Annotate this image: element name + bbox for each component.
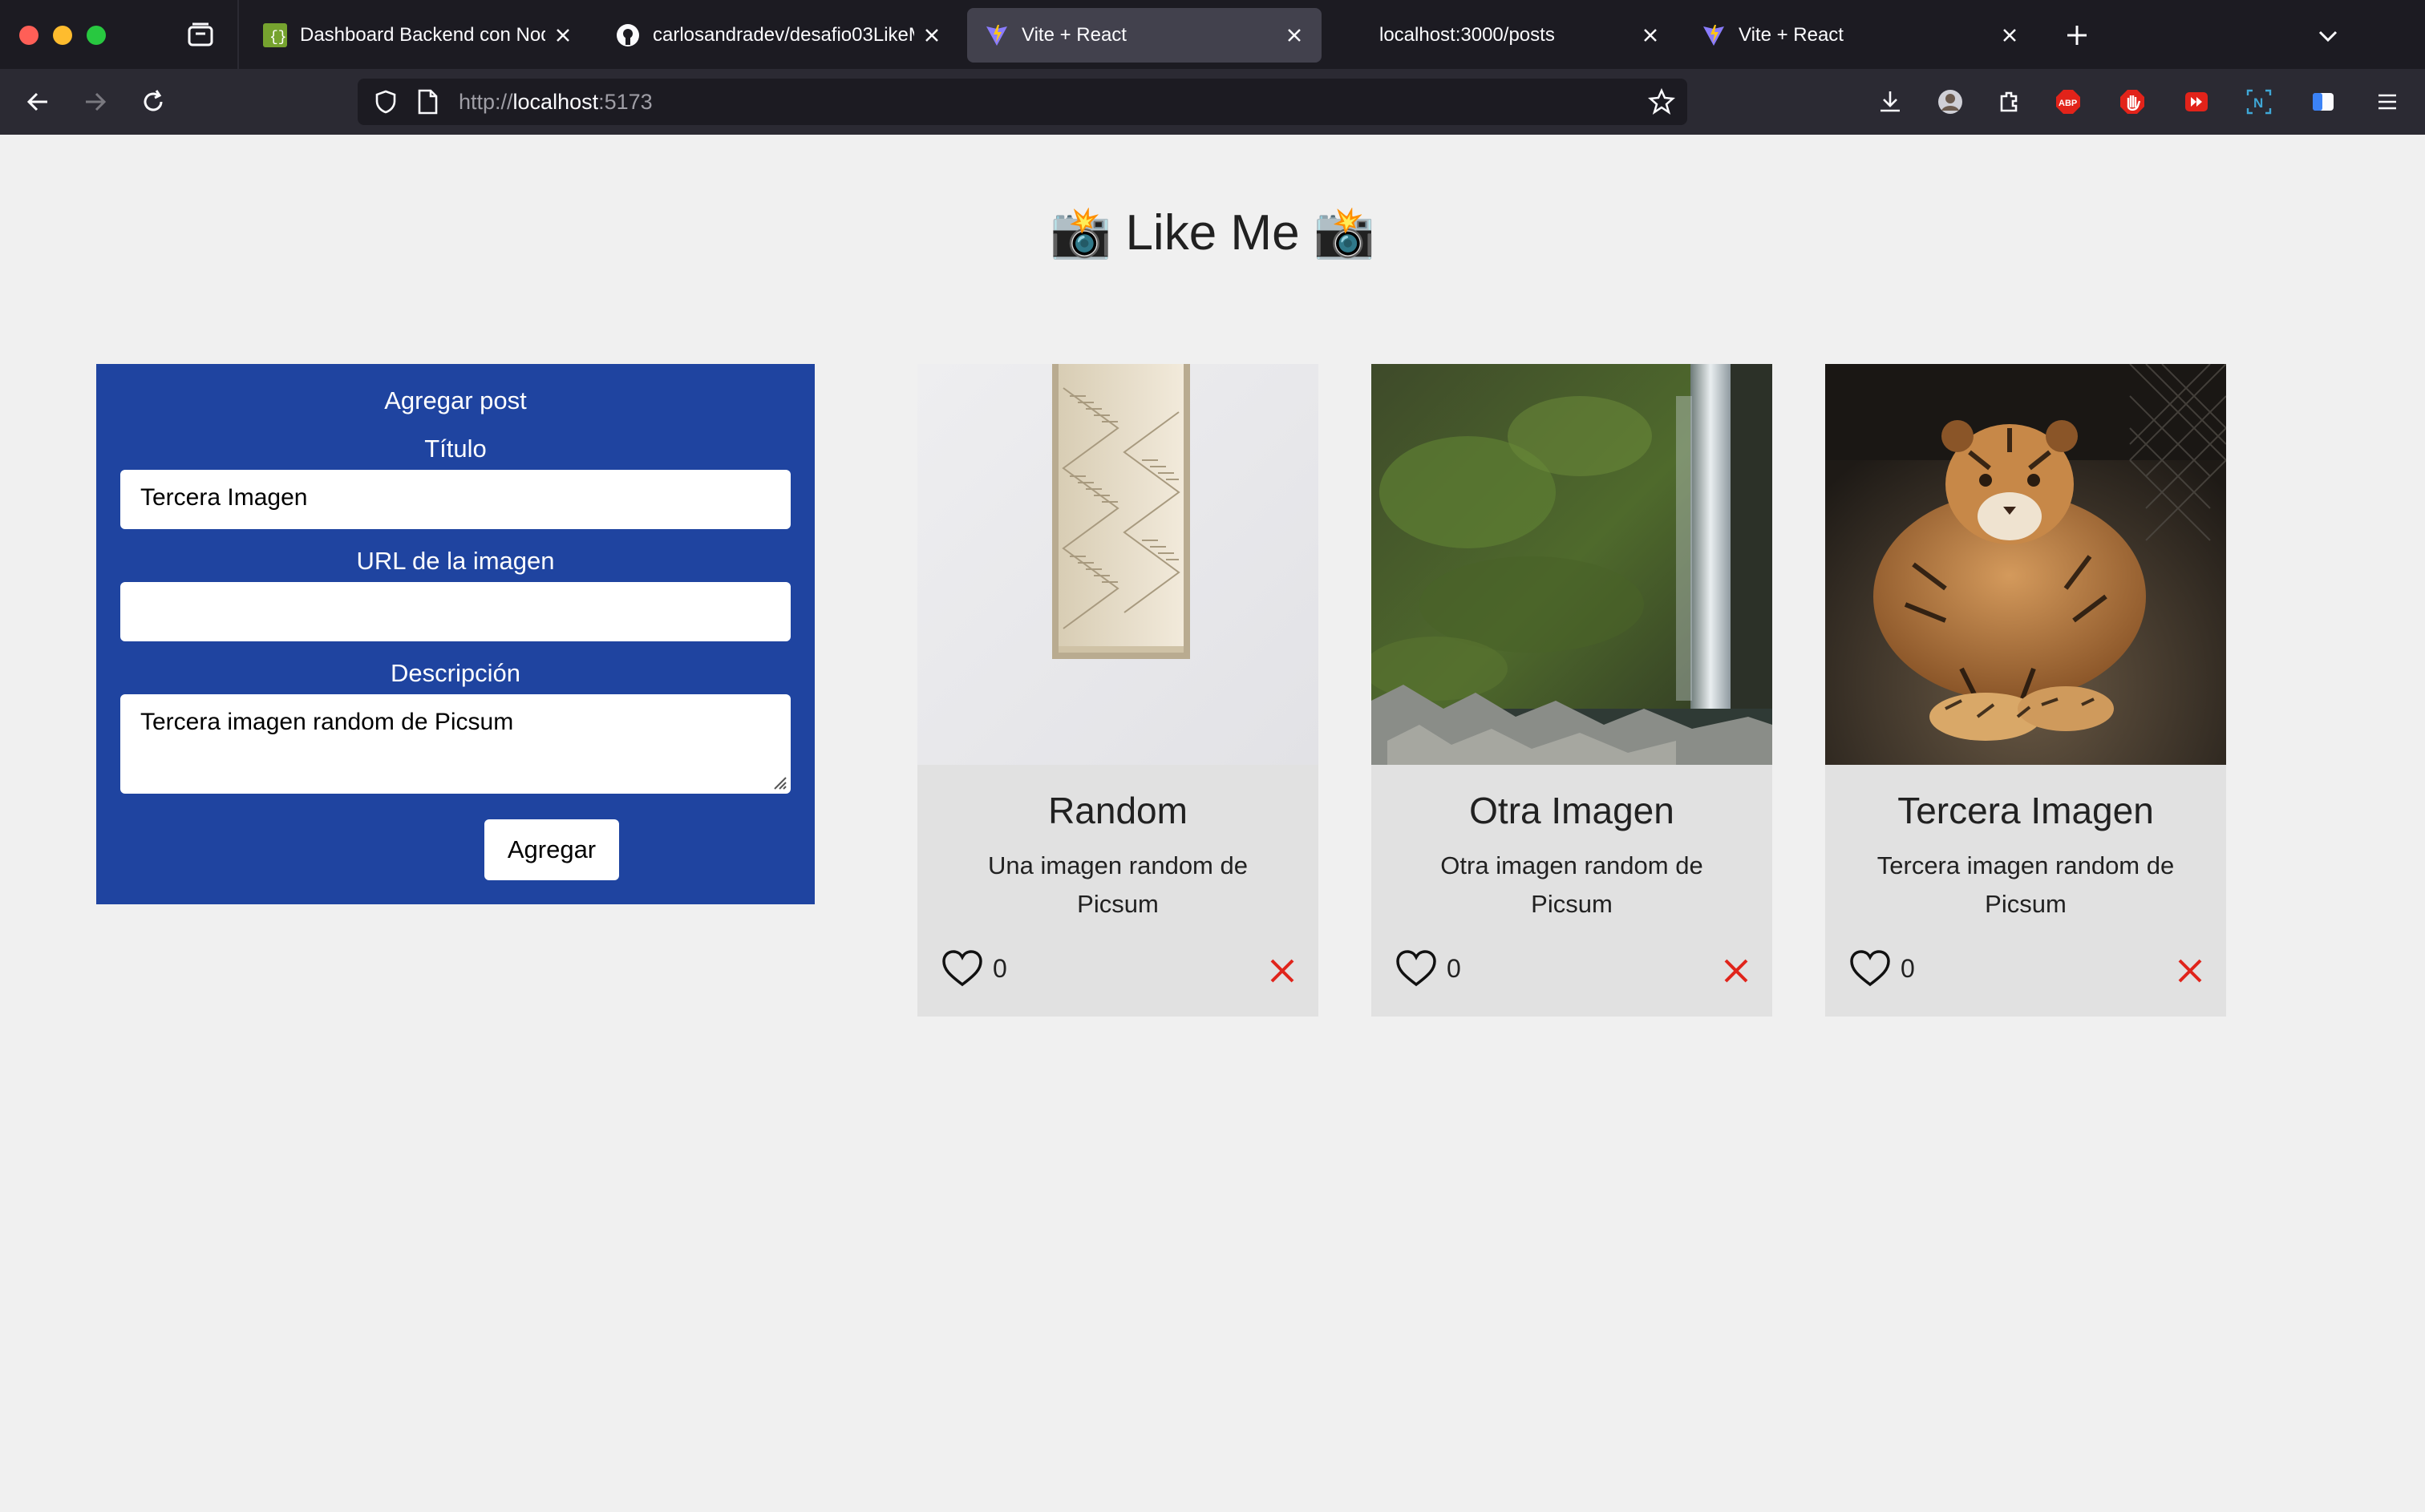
form-heading: Agregar post	[384, 386, 527, 414]
menu-icon[interactable]	[2372, 87, 2403, 117]
heart-icon[interactable]	[941, 949, 983, 988]
tab-strip: {} Dashboard Backend con Node y carlosan…	[0, 0, 2425, 69]
post-description: Tercera imagen random de Picsum	[1876, 851, 2175, 918]
shield-icon[interactable]	[372, 88, 399, 115]
svg-text:ABP: ABP	[2059, 99, 2077, 108]
star-icon[interactable]	[1647, 87, 1676, 116]
tab-vite-react-active[interactable]: Vite + React	[967, 8, 1322, 63]
svg-text:N: N	[2253, 95, 2263, 111]
navigation-bar: http://localhost:5173 ABP N	[0, 69, 2425, 135]
tab-title: Vite + React	[1022, 24, 1127, 46]
description-text: Tercera imagen random de Picsum	[140, 709, 514, 735]
extensions-icon[interactable]	[1994, 87, 2024, 117]
like-count: 0	[993, 954, 1007, 983]
adblock-plus-icon[interactable]: ABP	[2053, 87, 2083, 117]
like-count: 0	[1901, 954, 1915, 983]
chevron-down-icon[interactable]	[2314, 22, 2342, 50]
resize-grip-icon[interactable]	[770, 773, 787, 790]
post-card: Tercera Imagen Tercera imagen random de …	[1825, 364, 2226, 1017]
forward-icon[interactable]	[79, 85, 112, 119]
tab-dashboard[interactable]: {} Dashboard Backend con Node y	[245, 8, 590, 63]
vite-icon	[1702, 23, 1726, 47]
post-title: Tercera Imagen	[1897, 790, 2154, 831]
title-label: Título	[424, 435, 487, 463]
video-skip-icon[interactable]	[2181, 87, 2212, 117]
post-image-waterfall	[1371, 364, 1772, 765]
post-image-tiger	[1825, 364, 2226, 765]
tab-title: Vite + React	[1739, 24, 1844, 46]
sidebar-icon[interactable]	[2308, 87, 2338, 117]
zoom-window-button[interactable]	[87, 26, 106, 45]
tab-title: carlosandradev/desafio03LikeM	[653, 24, 914, 46]
post-description: Una imagen random de Picsum	[988, 851, 1248, 918]
tab-separator	[237, 0, 239, 69]
tab-overview-icon[interactable]	[184, 19, 217, 51]
tab-title: localhost:3000/posts	[1379, 24, 1555, 46]
delete-icon[interactable]	[2176, 957, 2204, 984]
account-avatar-icon[interactable]	[1935, 87, 1966, 117]
svg-text:{}: {}	[269, 30, 287, 46]
post-title: Otra Imagen	[1469, 790, 1674, 831]
post-card: Otra Imagen Otra imagen random de Picsum…	[1371, 364, 1772, 1017]
url-label: URL de la imagen	[356, 547, 555, 575]
back-icon[interactable]	[21, 85, 55, 119]
description-textarea[interactable]: Tercera imagen random de Picsum	[120, 694, 791, 794]
reload-icon[interactable]	[136, 85, 170, 119]
ublock-hand-icon[interactable]	[2117, 87, 2148, 117]
close-icon[interactable]	[1285, 26, 1304, 45]
page-icon[interactable]	[415, 88, 439, 115]
post-title: Random	[1048, 790, 1188, 831]
delete-icon[interactable]	[1269, 957, 1296, 984]
url-host: localhost	[512, 89, 599, 114]
tab-title: Dashboard Backend con Node y	[300, 24, 545, 46]
vite-icon	[985, 23, 1009, 47]
description-label: Descripción	[391, 659, 520, 687]
blank-favicon-icon	[1342, 23, 1366, 47]
url-port: :5173	[598, 89, 653, 114]
close-icon[interactable]	[553, 26, 573, 45]
page-title: 📸 Like Me 📸	[1050, 205, 1375, 261]
close-icon[interactable]	[922, 26, 941, 45]
url-text[interactable]: http://localhost:5173	[459, 90, 653, 115]
add-post-form: Agregar post Título Tercera Imagen URL d…	[96, 364, 815, 904]
image-url-input[interactable]	[120, 582, 791, 641]
url-bar[interactable]: http://localhost:5173	[358, 79, 1687, 125]
url-protocol: http://	[459, 89, 513, 114]
download-icon[interactable]	[1875, 87, 1905, 117]
minimize-window-button[interactable]	[53, 26, 72, 45]
post-description: Otra imagen random de Picsum	[1440, 851, 1703, 918]
title-input[interactable]: Tercera Imagen	[120, 470, 791, 529]
heart-icon[interactable]	[1849, 949, 1891, 988]
close-icon[interactable]	[2000, 26, 2019, 45]
like-count: 0	[1447, 954, 1461, 983]
post-image-staircase	[917, 364, 1318, 765]
github-icon	[616, 23, 640, 47]
delete-icon[interactable]	[1723, 957, 1750, 984]
close-window-button[interactable]	[19, 26, 38, 45]
new-tab-icon[interactable]	[2063, 21, 2091, 50]
post-card: Random Una imagen random de Picsum 0	[917, 364, 1318, 1017]
heart-icon[interactable]	[1395, 949, 1437, 988]
agregar-button[interactable]: Agregar	[484, 819, 619, 880]
code-favicon-icon: {}	[263, 23, 287, 47]
tab-posts[interactable]: localhost:3000/posts	[1341, 8, 1678, 63]
tab-vite-react[interactable]: Vite + React	[1684, 8, 2037, 63]
tab-github[interactable]: carlosandradev/desafio03LikeM	[598, 8, 959, 63]
close-icon[interactable]	[1641, 26, 1660, 45]
notion-clipper-icon[interactable]: N	[2244, 87, 2274, 117]
